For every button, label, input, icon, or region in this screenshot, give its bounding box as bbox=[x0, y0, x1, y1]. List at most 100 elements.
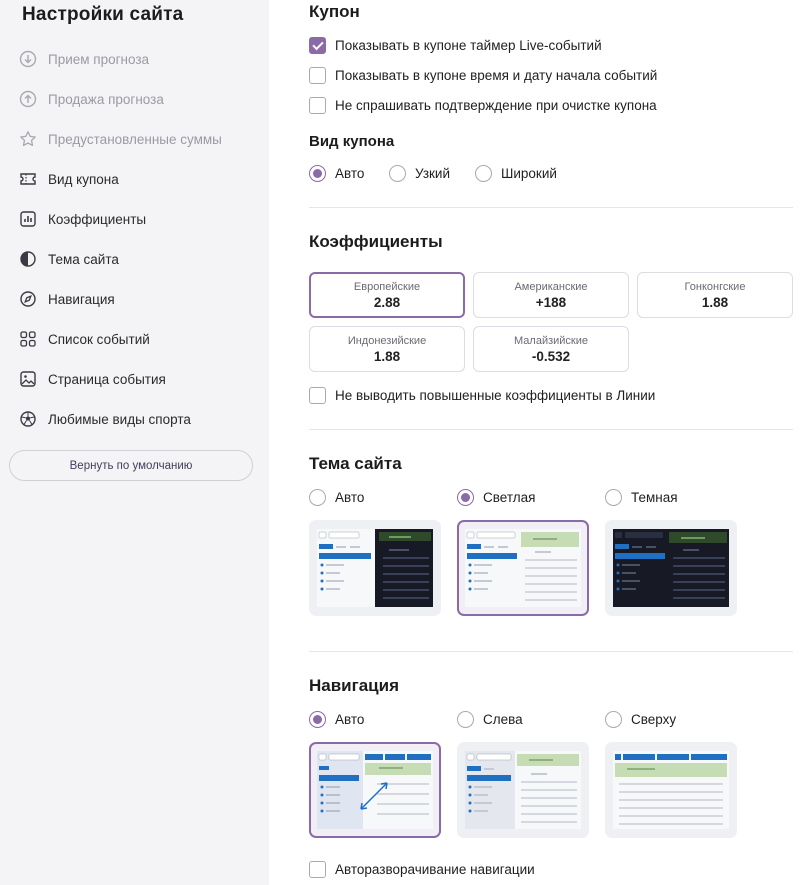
theme-radio-dark[interactable]: Темная bbox=[605, 489, 678, 506]
radio-label: Авто bbox=[335, 490, 365, 505]
radio-circle[interactable] bbox=[457, 711, 474, 728]
sidebar-item-preset-amounts[interactable]: Предустановленные суммы bbox=[18, 128, 222, 150]
sidebar-item-label: Любимые виды спорта bbox=[48, 411, 191, 427]
sidebar-title: Настройки сайта bbox=[22, 4, 184, 25]
checkbox-label: Не выводить повышенные коэффициенты в Ли… bbox=[335, 388, 656, 403]
sidebar-item-coupon-view[interactable]: Вид купона bbox=[18, 168, 119, 190]
sidebar-item-label: Страница события bbox=[48, 371, 166, 387]
odds-format-value: +188 bbox=[535, 294, 567, 310]
sidebar-item-label: Тема сайта bbox=[48, 251, 119, 267]
theme-radio-light[interactable]: Светлая bbox=[457, 489, 535, 506]
sidebar-item-odds[interactable]: Коэффициенты bbox=[18, 208, 146, 230]
ticket-icon bbox=[18, 169, 38, 189]
radio-label: Темная bbox=[631, 490, 678, 505]
navigation-preview-auto[interactable] bbox=[309, 742, 441, 838]
theme-radio-auto[interactable]: Авто bbox=[309, 489, 364, 506]
navigation-auto-expand-checkbox[interactable]: Авторазворачивание навигации bbox=[309, 861, 535, 878]
sidebar-item-event-page[interactable]: Страница события bbox=[18, 368, 166, 390]
navigation-radio-top[interactable]: Сверху bbox=[605, 711, 676, 728]
checkbox-label: Показывать в купоне время и дату начала … bbox=[335, 68, 658, 83]
odds-format-name: Малайзийские bbox=[514, 334, 588, 347]
sidebar-item-event-list[interactable]: Список событий bbox=[18, 328, 150, 350]
download-circle-icon bbox=[18, 49, 38, 69]
odds-format-value: 2.88 bbox=[373, 294, 401, 310]
sidebar-item-label: Коэффициенты bbox=[48, 211, 147, 227]
bar-chart-icon bbox=[18, 209, 38, 229]
section-divider bbox=[309, 207, 793, 208]
radio-label: Узкий bbox=[415, 166, 450, 181]
odds-format-value: 1.88 bbox=[701, 294, 729, 310]
checkbox-label: Авторазворачивание навигации bbox=[335, 862, 535, 877]
checkbox-box[interactable] bbox=[309, 37, 326, 54]
half-circle-icon bbox=[18, 249, 38, 269]
coupon-view-radio-wide[interactable]: Широкий bbox=[475, 165, 557, 182]
radio-circle[interactable] bbox=[475, 165, 492, 182]
soccer-ball-icon bbox=[18, 409, 38, 429]
odds-format-malaysian[interactable]: Малайзийские -0.532 bbox=[473, 326, 629, 372]
settings-sidebar: Настройки сайта Прием прогноза Продажа п… bbox=[0, 0, 269, 885]
grid-icon bbox=[18, 329, 38, 349]
radio-circle[interactable] bbox=[309, 489, 326, 506]
checkbox-box[interactable] bbox=[309, 97, 326, 114]
checkbox-box[interactable] bbox=[309, 67, 326, 84]
odds-format-name: Гонконгские bbox=[684, 280, 746, 293]
radio-circle[interactable] bbox=[605, 711, 622, 728]
coupon-view-radio-auto[interactable]: Авто bbox=[309, 165, 364, 182]
navigation-preview-top[interactable] bbox=[605, 742, 737, 838]
reset-defaults-button[interactable]: Вернуть по умолчанию bbox=[9, 450, 253, 481]
coupon-view-title: Вид купона bbox=[309, 133, 395, 150]
odds-format-european[interactable]: Европейские 2.88 bbox=[309, 272, 465, 318]
navigation-preview-auto-image bbox=[317, 751, 433, 829]
theme-preview-light-image bbox=[465, 529, 581, 607]
sidebar-item-forecast-receive[interactable]: Прием прогноза bbox=[18, 48, 149, 70]
checkbox-box[interactable] bbox=[309, 387, 326, 404]
theme-preview-auto[interactable] bbox=[309, 520, 441, 616]
checkbox-label: Не спрашивать подтверждение при очистке … bbox=[335, 98, 657, 113]
coupon-start-time-checkbox[interactable]: Показывать в купоне время и дату начала … bbox=[309, 67, 657, 84]
theme-preview-dark-image bbox=[613, 529, 729, 607]
radio-circle[interactable] bbox=[605, 489, 622, 506]
navigation-radio-auto[interactable]: Авто bbox=[309, 711, 364, 728]
navigation-section-title: Навигация bbox=[309, 676, 399, 695]
sidebar-item-label: Продажа прогноза bbox=[48, 91, 164, 107]
sidebar-item-label: Список событий bbox=[48, 331, 150, 347]
odds-format-american[interactable]: Американские +188 bbox=[473, 272, 629, 318]
radio-label: Авто bbox=[335, 166, 365, 181]
boosted-odds-checkbox[interactable]: Не выводить повышенные коэффициенты в Ли… bbox=[309, 387, 655, 404]
odds-format-indonesian[interactable]: Индонезийские 1.88 bbox=[309, 326, 465, 372]
sidebar-item-forecast-sale[interactable]: Продажа прогноза bbox=[18, 88, 164, 110]
sidebar-item-site-theme[interactable]: Тема сайта bbox=[18, 248, 119, 270]
sidebar-item-label: Прием прогноза bbox=[48, 51, 150, 67]
odds-format-value: -0.532 bbox=[531, 348, 571, 364]
star-icon bbox=[18, 129, 38, 149]
theme-preview-dark[interactable] bbox=[605, 520, 737, 616]
odds-section-title: Коэффициенты bbox=[309, 232, 443, 251]
odds-format-name: Индонезийские bbox=[347, 334, 427, 347]
theme-preview-light[interactable] bbox=[457, 520, 589, 616]
odds-format-hongkong[interactable]: Гонконгские 1.88 bbox=[637, 272, 793, 318]
radio-label: Светлая bbox=[483, 490, 536, 505]
sidebar-item-navigation[interactable]: Навигация bbox=[18, 288, 115, 310]
sidebar-item-favorite-sports[interactable]: Любимые виды спорта bbox=[18, 408, 191, 430]
odds-format-value: 1.88 bbox=[373, 348, 401, 364]
radio-label: Слева bbox=[483, 712, 523, 727]
navigation-preview-left-image bbox=[465, 751, 581, 829]
radio-circle[interactable] bbox=[309, 165, 326, 182]
coupon-live-timer-checkbox[interactable]: Показывать в купоне таймер Live-событий bbox=[309, 37, 602, 54]
radio-circle[interactable] bbox=[457, 489, 474, 506]
coupon-no-confirm-checkbox[interactable]: Не спрашивать подтверждение при очистке … bbox=[309, 97, 657, 114]
radio-circle[interactable] bbox=[309, 711, 326, 728]
radio-circle[interactable] bbox=[389, 165, 406, 182]
radio-label: Авто bbox=[335, 712, 365, 727]
navigation-radio-left[interactable]: Слева bbox=[457, 711, 523, 728]
sidebar-item-label: Вид купона bbox=[48, 171, 119, 187]
theme-section-title: Тема сайта bbox=[309, 454, 402, 473]
coupon-view-radio-narrow[interactable]: Узкий bbox=[389, 165, 450, 182]
navigation-preview-left[interactable] bbox=[457, 742, 589, 838]
checkbox-box[interactable] bbox=[309, 861, 326, 878]
theme-preview-auto-image bbox=[317, 529, 433, 607]
image-icon bbox=[18, 369, 38, 389]
radio-label: Широкий bbox=[501, 166, 557, 181]
odds-format-name: Американские bbox=[514, 280, 588, 293]
compass-icon bbox=[18, 289, 38, 309]
